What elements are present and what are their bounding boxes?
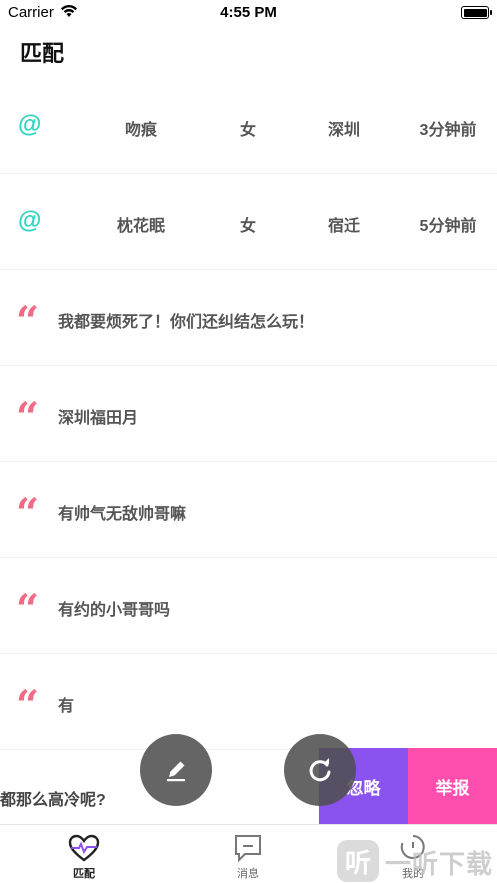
battery-icon bbox=[461, 6, 492, 19]
message-row[interactable]: “ 有帅气无敌帅哥嘛 bbox=[0, 462, 497, 558]
at-icon: @ bbox=[18, 207, 42, 234]
tab-label: 消息 bbox=[237, 868, 259, 880]
match-row[interactable]: @ 枕花眠 女 宿迁 5分钟前 bbox=[0, 174, 497, 270]
message-text: 有约的小哥哥吗 bbox=[58, 602, 171, 619]
message-row[interactable]: “ 有 bbox=[0, 654, 497, 750]
quote-icon: “ bbox=[16, 394, 40, 441]
message-text: 有 bbox=[58, 698, 75, 715]
quote-icon: “ bbox=[16, 682, 40, 729]
tab-match[interactable]: 匹配 bbox=[54, 831, 114, 881]
match-city: 宿迁 bbox=[327, 218, 360, 235]
match-time: 3分钟前 bbox=[419, 122, 477, 139]
quote-icon: “ bbox=[16, 586, 40, 633]
match-row[interactable]: @ 吻痕 女 深圳 3分钟前 bbox=[0, 78, 497, 174]
match-name: 吻痕 bbox=[124, 122, 157, 139]
watermark: 听 一听下载 bbox=[337, 838, 497, 883]
quote-icon: “ bbox=[16, 490, 40, 537]
quote-icon: “ bbox=[16, 298, 40, 345]
at-icon: @ bbox=[18, 111, 42, 138]
refresh-icon bbox=[309, 758, 331, 782]
clock: 4:55 PM bbox=[220, 4, 277, 21]
tab-messages[interactable]: 消息 bbox=[218, 831, 278, 881]
page-title: 匹配 bbox=[20, 41, 65, 66]
match-city: 深圳 bbox=[327, 122, 360, 139]
message-text: 有帅气无敌帅哥嘛 bbox=[58, 506, 187, 523]
message-row[interactable]: “ 深圳福田月 bbox=[0, 366, 497, 462]
message-text: 我都要烦死了！你们还纠结怎么玩！ bbox=[58, 314, 315, 331]
match-name: 枕花眠 bbox=[116, 218, 165, 235]
match-gender: 女 bbox=[239, 122, 256, 139]
status-bar: Carrier 4:55 PM bbox=[0, 0, 497, 26]
message-icon bbox=[235, 835, 261, 863]
tab-label: 匹配 bbox=[73, 868, 95, 880]
watermark-text: 一听下载 bbox=[385, 849, 494, 879]
pencil-icon bbox=[167, 761, 185, 782]
match-gender: 女 bbox=[239, 218, 256, 235]
refresh-button[interactable] bbox=[284, 734, 356, 806]
swiped-message-text[interactable]: 都那么高冷呢? bbox=[0, 786, 106, 810]
message-row[interactable]: “ 有约的小哥哥吗 bbox=[0, 558, 497, 654]
report-button[interactable]: 举报 bbox=[408, 748, 497, 824]
heart-pulse-icon bbox=[68, 834, 100, 862]
message-row[interactable]: “ 我都要烦死了！你们还纠结怎么玩！ bbox=[0, 270, 497, 366]
edit-button[interactable] bbox=[140, 734, 212, 806]
message-text: 深圳福田月 bbox=[58, 410, 139, 427]
match-time: 5分钟前 bbox=[419, 218, 477, 235]
watermark-badge: 听 bbox=[337, 840, 379, 882]
